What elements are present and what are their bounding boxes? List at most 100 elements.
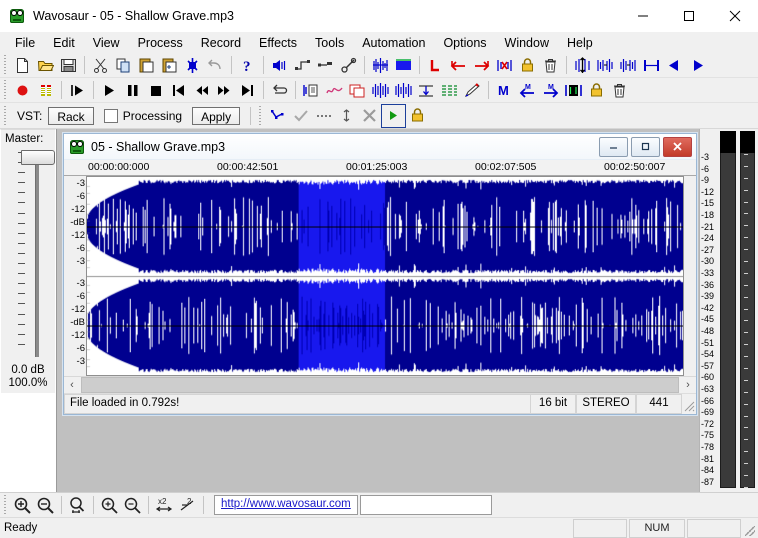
- lock-yellow-icon[interactable]: [406, 105, 429, 127]
- sel-end-icon[interactable]: [617, 54, 640, 76]
- copy-window-icon[interactable]: [346, 79, 369, 101]
- document-restore-button[interactable]: [631, 136, 660, 157]
- paste-new-icon[interactable]: [158, 54, 181, 76]
- tools-wrench-icon[interactable]: [337, 54, 360, 76]
- play-green-icon[interactable]: [381, 103, 407, 128]
- master-fader[interactable]: [1, 148, 55, 361]
- envelope-icon[interactable]: [266, 105, 289, 127]
- zoom-div2-icon[interactable]: 2: [176, 494, 199, 516]
- loop-icon[interactable]: [268, 79, 291, 101]
- spectrum2-icon[interactable]: [392, 79, 415, 101]
- marker-region-icon[interactable]: [562, 79, 585, 101]
- horizontal-scrollbar[interactable]: ‹ ›: [64, 376, 696, 393]
- menu-item-automation[interactable]: Automation: [353, 34, 434, 52]
- document-title-bar[interactable]: 05 - Shallow Grave.mp3: [64, 134, 696, 160]
- prev-icon[interactable]: [167, 79, 190, 101]
- stop-icon[interactable]: [144, 79, 167, 101]
- vertical-arrows-icon[interactable]: [335, 105, 358, 127]
- menu-item-effects[interactable]: Effects: [250, 34, 306, 52]
- arrow-right-red-icon[interactable]: [470, 54, 493, 76]
- analysis-icon[interactable]: [323, 79, 346, 101]
- sel-start-icon[interactable]: [594, 54, 617, 76]
- normalize-icon[interactable]: [291, 54, 314, 76]
- paste-icon[interactable]: [135, 54, 158, 76]
- fader-knob[interactable]: [21, 150, 55, 165]
- zoom-vert-out-icon[interactable]: [121, 494, 144, 516]
- trash-icon[interactable]: [539, 54, 562, 76]
- toolbar-grip[interactable]: [2, 80, 9, 100]
- maximize-button[interactable]: [666, 0, 712, 31]
- rewind-icon[interactable]: [190, 79, 213, 101]
- menu-item-view[interactable]: View: [84, 34, 129, 52]
- copy-icon[interactable]: [112, 54, 135, 76]
- marker-m-icon[interactable]: M: [493, 79, 516, 101]
- undo-icon[interactable]: [204, 54, 227, 76]
- zoom-selection-icon[interactable]: [66, 494, 89, 516]
- marker-delete-icon[interactable]: [493, 54, 516, 76]
- play-sel-icon[interactable]: [66, 79, 89, 101]
- menu-item-edit[interactable]: Edit: [44, 34, 84, 52]
- new-file-icon[interactable]: [11, 54, 34, 76]
- pencil-icon[interactable]: [461, 79, 484, 101]
- arrow-left-red-icon[interactable]: [447, 54, 470, 76]
- dots-icon[interactable]: [312, 105, 335, 127]
- trash2-icon[interactable]: [608, 79, 631, 101]
- fade-icon[interactable]: [314, 54, 337, 76]
- zoom-out-icon[interactable]: [34, 494, 57, 516]
- cut-scissors-icon[interactable]: [89, 54, 112, 76]
- help-question-icon[interactable]: ?: [236, 54, 259, 76]
- volume-speaker-icon[interactable]: [268, 54, 291, 76]
- marker-prev-icon[interactable]: M: [516, 79, 539, 101]
- marker-l-icon[interactable]: [424, 54, 447, 76]
- scroll-thumb[interactable]: [81, 377, 679, 393]
- zoom-in-icon[interactable]: [11, 494, 34, 516]
- menu-item-tools[interactable]: Tools: [306, 34, 353, 52]
- zoom-vert-in-icon[interactable]: [98, 494, 121, 516]
- check-icon[interactable]: [289, 105, 312, 127]
- open-folder-icon[interactable]: [34, 54, 57, 76]
- mix-paste-icon[interactable]: [181, 54, 204, 76]
- wavosaur-link[interactable]: http://www.wavosaur.com: [221, 498, 351, 510]
- menu-item-options[interactable]: Options: [434, 34, 495, 52]
- next-icon[interactable]: [236, 79, 259, 101]
- downsample-icon[interactable]: [415, 79, 438, 101]
- play-right-icon[interactable]: [686, 54, 709, 76]
- url-input-blank[interactable]: [359, 495, 492, 515]
- menu-item-help[interactable]: Help: [558, 34, 602, 52]
- close-x-icon[interactable]: [358, 105, 381, 127]
- close-button[interactable]: [712, 0, 758, 31]
- play-icon[interactable]: [98, 79, 121, 101]
- scroll-left-arrow[interactable]: ‹: [64, 378, 80, 393]
- toolbar-grip[interactable]: [2, 55, 9, 75]
- website-url-box[interactable]: http://www.wavosaur.com: [214, 495, 358, 515]
- vst-processing-checkbox[interactable]: Processing: [103, 108, 182, 123]
- levels-icon[interactable]: [34, 79, 57, 101]
- waveform-display[interactable]: [87, 176, 684, 376]
- toolbar-grip[interactable]: [257, 105, 265, 126]
- window-resize-grip[interactable]: [743, 520, 757, 537]
- vst-rack-button[interactable]: Rack: [48, 106, 94, 125]
- fader-track[interactable]: [35, 160, 39, 357]
- lock-yellow-icon[interactable]: [516, 54, 539, 76]
- bitdepth-icon[interactable]: [438, 79, 461, 101]
- toolbar-grip[interactable]: [2, 495, 9, 515]
- resize-grip[interactable]: [682, 395, 696, 413]
- sel-all-icon[interactable]: [640, 54, 663, 76]
- menu-item-process[interactable]: Process: [129, 34, 192, 52]
- waveform-sel-icon[interactable]: [369, 54, 392, 76]
- document-minimize-button[interactable]: [599, 136, 628, 157]
- vst-apply-button[interactable]: Apply: [192, 106, 241, 125]
- record-icon[interactable]: [11, 79, 34, 101]
- timeline-ruler[interactable]: 00:00:00:000 00:00:42:501 00:01:25:003 0…: [64, 160, 696, 176]
- lock2-icon[interactable]: [585, 79, 608, 101]
- minimize-button[interactable]: [620, 0, 666, 31]
- zoom-x2-icon[interactable]: x2: [153, 494, 176, 516]
- toolbar-grip[interactable]: [2, 105, 9, 126]
- marker-next-icon[interactable]: M: [539, 79, 562, 101]
- menu-item-file[interactable]: File: [6, 34, 44, 52]
- zoom-sel-icon[interactable]: [571, 54, 594, 76]
- waveform-blue-icon[interactable]: [392, 54, 415, 76]
- save-disk-icon[interactable]: [57, 54, 80, 76]
- pause-icon[interactable]: [121, 79, 144, 101]
- scroll-right-arrow[interactable]: ›: [680, 378, 696, 393]
